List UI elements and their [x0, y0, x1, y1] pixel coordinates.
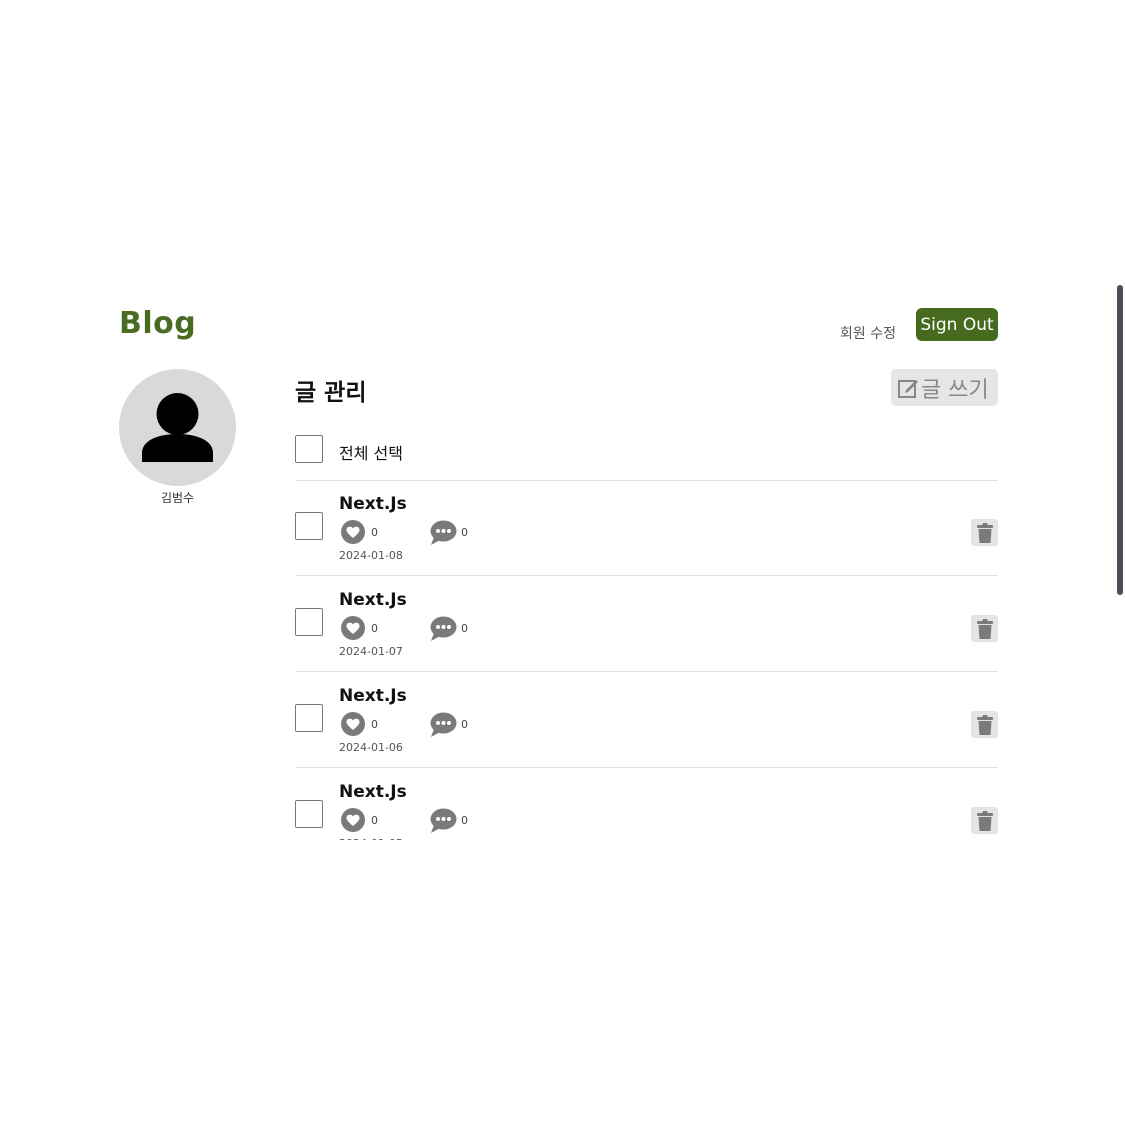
username: 김범수 [160, 491, 195, 505]
trash-icon [976, 714, 993, 735]
post-date: 2024-01-08 [339, 549, 403, 562]
post-list: Next.Js 0 0 2024-01-08 Next.Js 0 0 2024-… [295, 480, 998, 840]
select-all-checkbox[interactable] [295, 435, 323, 463]
avatar [119, 369, 236, 486]
comment-count: 0 [461, 622, 468, 635]
comment-icon[interactable] [430, 712, 457, 738]
comment-count: 0 [461, 814, 468, 827]
delete-button[interactable] [971, 615, 998, 642]
heart-icon[interactable] [341, 520, 365, 544]
page-title: 글 관리 [295, 380, 367, 406]
edit-icon [898, 379, 918, 398]
trash-icon [976, 810, 993, 831]
trash-icon [976, 618, 993, 639]
delete-button[interactable] [971, 519, 998, 546]
post-title[interactable]: Next.Js [339, 590, 407, 610]
comment-count: 0 [461, 526, 468, 539]
list-item[interactable]: Next.Js 0 0 2024-01-06 [295, 672, 998, 768]
like-count: 0 [371, 718, 378, 731]
heart-icon[interactable] [341, 616, 365, 640]
logo[interactable]: Blog [119, 306, 196, 341]
post-title[interactable]: Next.Js [339, 782, 407, 802]
heart-icon[interactable] [341, 712, 365, 736]
post-checkbox[interactable] [295, 512, 323, 540]
post-checkbox[interactable] [295, 704, 323, 732]
post-title[interactable]: Next.Js [339, 494, 407, 514]
heart-icon[interactable] [341, 808, 365, 832]
post-date: 2024-01-06 [339, 741, 403, 754]
write-post-button[interactable]: 글 쓰기 [891, 369, 998, 406]
list-item[interactable]: Next.Js 0 0 2024-01-07 [295, 576, 998, 672]
delete-button[interactable] [971, 807, 998, 834]
list-item[interactable]: Next.Js 0 0 2024-01-08 [295, 480, 998, 576]
sign-out-button[interactable]: Sign Out [916, 308, 998, 341]
list-item[interactable]: Next.Js 0 0 2024-01-05 [295, 768, 998, 840]
scrollbar[interactable] [1117, 285, 1123, 595]
post-checkbox[interactable] [295, 800, 323, 828]
comment-icon[interactable] [430, 808, 457, 834]
person-icon [142, 393, 213, 462]
comment-icon[interactable] [430, 616, 457, 642]
post-date: 2024-01-07 [339, 645, 403, 658]
post-date: 2024-01-05 [339, 837, 403, 840]
post-checkbox[interactable] [295, 608, 323, 636]
write-post-label: 글 쓰기 [921, 377, 989, 403]
like-count: 0 [371, 526, 378, 539]
like-count: 0 [371, 814, 378, 827]
select-all-row: 전체 선택 [295, 435, 998, 481]
like-count: 0 [371, 622, 378, 635]
select-all-label: 전체 선택 [339, 444, 403, 463]
post-title[interactable]: Next.Js [339, 686, 407, 706]
comment-count: 0 [461, 718, 468, 731]
edit-member-link[interactable]: 회원 수정 [840, 323, 896, 343]
delete-button[interactable] [971, 711, 998, 738]
comment-icon[interactable] [430, 520, 457, 546]
trash-icon [976, 522, 993, 543]
